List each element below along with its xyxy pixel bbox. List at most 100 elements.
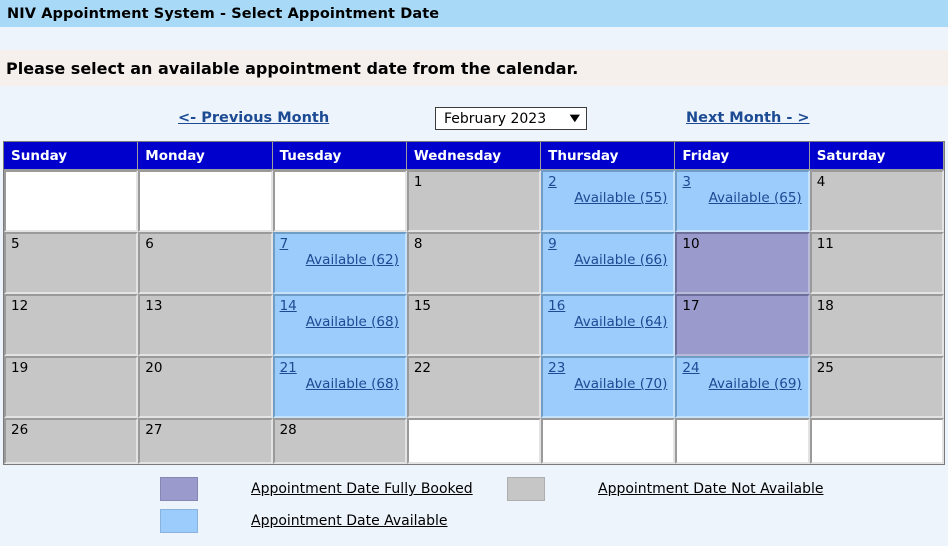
calendar-empty-cell bbox=[809, 418, 944, 464]
calendar-day-cell: 18 bbox=[809, 294, 944, 356]
weekday-header-friday: Friday bbox=[675, 142, 810, 170]
calendar-day-cell: 8 bbox=[406, 232, 542, 294]
day-number: 12 bbox=[11, 298, 29, 314]
legend-swatch-available bbox=[160, 509, 198, 533]
day-number[interactable]: 14 bbox=[280, 299, 297, 314]
day-number: 4 bbox=[816, 174, 826, 190]
day-number: 22 bbox=[413, 360, 432, 376]
day-number[interactable]: 2 bbox=[548, 175, 557, 190]
day-number: 17 bbox=[682, 298, 700, 314]
calendar-day-cell[interactable]: 21 Available (68) bbox=[272, 356, 407, 418]
calendar-header-row: Sunday Monday Tuesday Wednesday Thursday… bbox=[4, 142, 944, 170]
calendar-week-row: 19 20 21 Available (68) 22 23 Available (70) 24… bbox=[4, 356, 944, 418]
availability-link[interactable]: Available (55) bbox=[548, 190, 669, 207]
availability-link[interactable]: Available (68) bbox=[280, 376, 401, 393]
weekday-header-monday: Monday bbox=[138, 142, 273, 170]
next-month-link[interactable]: Next Month - > bbox=[686, 110, 810, 126]
weekday-header-sunday: Sunday bbox=[4, 142, 139, 170]
day-number: 13 bbox=[145, 298, 163, 314]
legend-swatch-fully-booked bbox=[160, 477, 198, 501]
calendar-day-cell: 6 bbox=[138, 232, 273, 294]
legend-item-not-available: Appointment Date Not Available bbox=[507, 477, 824, 501]
weekday-header-tuesday: Tuesday bbox=[272, 142, 407, 170]
calendar-empty-cell bbox=[272, 170, 407, 232]
calendar-empty-cell bbox=[675, 418, 810, 464]
availability-link[interactable]: Available (62) bbox=[280, 252, 401, 269]
calendar-day-cell[interactable]: 2 Available (55) bbox=[541, 170, 676, 232]
instruction-band: Please select an available appointment d… bbox=[0, 50, 948, 86]
weekday-header-saturday: Saturday bbox=[809, 142, 944, 170]
calendar-day-cell[interactable]: 24 Available (69) bbox=[675, 356, 810, 418]
availability-link[interactable]: Available (70) bbox=[548, 376, 669, 393]
calendar-empty-cell bbox=[138, 170, 273, 232]
weekday-header-wednesday: Wednesday bbox=[406, 142, 542, 170]
calendar-day-cell: 25 bbox=[809, 356, 944, 418]
day-number: 18 bbox=[816, 298, 834, 314]
calendar-day-cell[interactable]: 16 Available (64) bbox=[541, 294, 676, 356]
calendar-navigation: <- Previous Month February 2023 ▼ Next M… bbox=[0, 106, 948, 138]
day-number[interactable]: 24 bbox=[682, 361, 699, 376]
calendar-day-cell[interactable]: 9 Available (66) bbox=[541, 232, 676, 294]
calendar-day-cell: 15 bbox=[406, 294, 542, 356]
day-number: 28 bbox=[279, 422, 297, 438]
day-number: 27 bbox=[145, 422, 163, 438]
calendar-empty-cell bbox=[541, 418, 676, 464]
calendar-day-cell: 4 bbox=[809, 170, 944, 232]
calendar-day-cell: 22 bbox=[406, 356, 542, 418]
calendar-week-row: 26 27 28 bbox=[4, 418, 944, 464]
appointment-calendar: Sunday Monday Tuesday Wednesday Thursday… bbox=[3, 141, 945, 465]
day-number: 26 bbox=[11, 422, 29, 438]
month-year-select[interactable]: February 2023 ▼ bbox=[435, 107, 587, 130]
legend-label-fully-booked: Appointment Date Fully Booked bbox=[251, 481, 473, 497]
day-number: 11 bbox=[816, 236, 834, 252]
day-number[interactable]: 7 bbox=[280, 237, 289, 252]
page-title-bar: NIV Appointment System - Select Appointm… bbox=[0, 0, 948, 27]
previous-month-link[interactable]: <- Previous Month bbox=[178, 110, 329, 126]
month-year-value: February 2023 bbox=[444, 110, 547, 127]
calendar-day-cell: 20 bbox=[138, 356, 273, 418]
calendar-day-cell: 12 bbox=[4, 294, 139, 356]
calendar-day-cell[interactable]: 14 Available (68) bbox=[272, 294, 407, 356]
calendar-day-cell[interactable]: 3 Available (65) bbox=[675, 170, 810, 232]
calendar-day-cell[interactable]: 7 Available (62) bbox=[272, 232, 407, 294]
day-number: 6 bbox=[145, 236, 154, 252]
day-number: 19 bbox=[11, 360, 29, 376]
legend-item-fully-booked: Appointment Date Fully Booked bbox=[160, 477, 473, 501]
day-number: 5 bbox=[11, 236, 20, 252]
calendar-day-cell: 11 bbox=[809, 232, 944, 294]
calendar-day-cell: 10 bbox=[675, 232, 810, 294]
legend-item-available: Appointment Date Available bbox=[160, 509, 448, 533]
day-number: 1 bbox=[413, 174, 423, 190]
niv-appointment-page: NIV Appointment System - Select Appointm… bbox=[0, 0, 948, 546]
calendar-empty-cell bbox=[4, 170, 139, 232]
calendar-day-cell: 13 bbox=[138, 294, 273, 356]
calendar-day-cell: 1 bbox=[406, 170, 542, 232]
availability-link[interactable]: Available (64) bbox=[548, 314, 669, 331]
day-number[interactable]: 23 bbox=[548, 361, 565, 376]
calendar-empty-cell bbox=[406, 418, 542, 464]
day-number[interactable]: 16 bbox=[548, 299, 565, 314]
day-number[interactable]: 3 bbox=[682, 175, 691, 190]
calendar-day-cell[interactable]: 23 Available (70) bbox=[541, 356, 676, 418]
availability-link[interactable]: Available (66) bbox=[548, 252, 669, 269]
availability-link[interactable]: Available (69) bbox=[682, 376, 803, 393]
day-number[interactable]: 21 bbox=[280, 361, 297, 376]
calendar-day-cell: 27 bbox=[138, 418, 273, 464]
legend-label-not-available: Appointment Date Not Available bbox=[598, 481, 824, 497]
day-number: 15 bbox=[413, 298, 432, 314]
day-number: 25 bbox=[816, 360, 834, 376]
calendar-day-cell: 19 bbox=[4, 356, 139, 418]
page-title: NIV Appointment System - Select Appointm… bbox=[7, 5, 440, 22]
availability-link[interactable]: Available (65) bbox=[682, 190, 803, 207]
legend-swatch-not-available bbox=[507, 477, 545, 501]
calendar-day-cell: 26 bbox=[4, 418, 139, 464]
day-number: 20 bbox=[145, 360, 163, 376]
instruction-text: Please select an available appointment d… bbox=[6, 58, 579, 78]
day-number: 10 bbox=[682, 236, 700, 252]
calendar-week-row: 12 13 14 Available (68) 15 16 Available (64) 17… bbox=[4, 294, 944, 356]
calendar-body: 1 2 Available (55) 3 Available (65) 4 5 6 7 Avail… bbox=[4, 170, 944, 464]
availability-link[interactable]: Available (68) bbox=[280, 314, 401, 331]
weekday-header-thursday: Thursday bbox=[541, 142, 676, 170]
calendar-week-row: 1 2 Available (55) 3 Available (65) 4 bbox=[4, 170, 944, 232]
day-number[interactable]: 9 bbox=[548, 237, 557, 252]
